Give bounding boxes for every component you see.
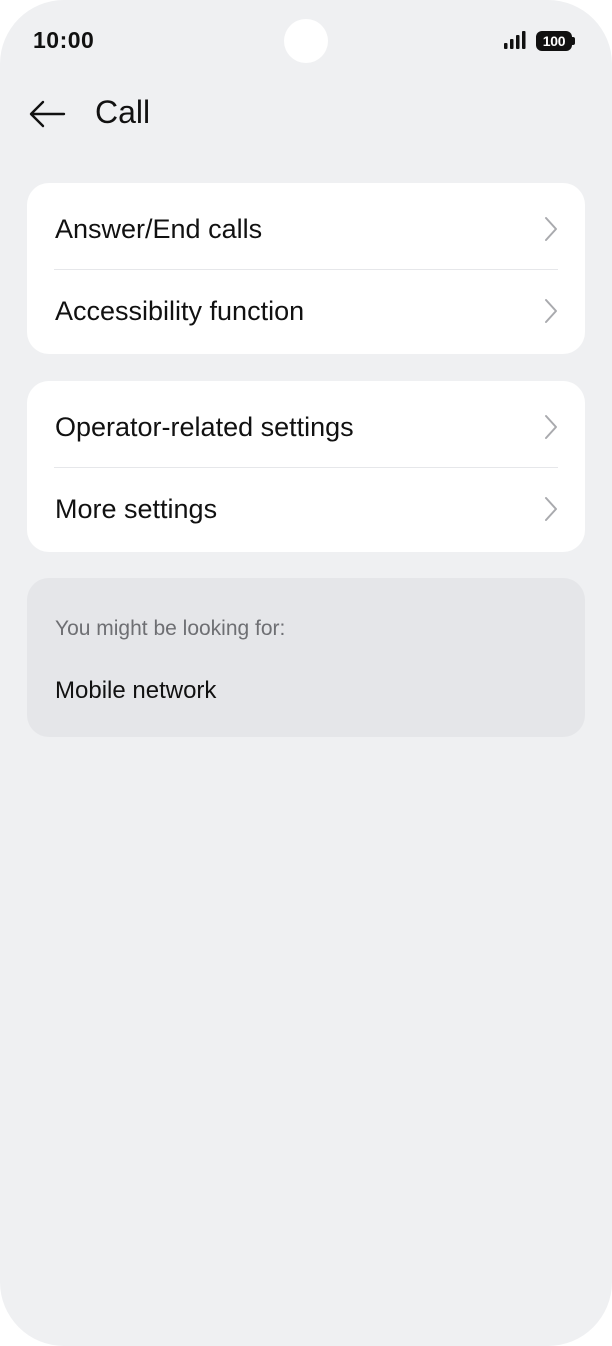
battery-icon: 100	[536, 31, 576, 51]
page-title: Call	[95, 94, 151, 130]
camera-cutout	[284, 19, 328, 63]
status-time: 10:00	[33, 27, 95, 53]
settings-group-operator: Operator-related settings More settings	[27, 381, 585, 552]
chevron-right-icon	[545, 415, 557, 439]
answer-end-calls-label: Answer/End calls	[55, 213, 263, 244]
app-header: Call	[0, 84, 612, 144]
battery-tip	[572, 37, 575, 45]
chevron-right-icon	[545, 299, 557, 323]
chevron-right-icon	[545, 497, 557, 521]
more-settings-item[interactable]: More settings	[27, 468, 585, 550]
status-bar: 10:00 100	[0, 0, 612, 84]
accessibility-function-item[interactable]: Accessibility function	[27, 270, 585, 352]
chevron-right-icon	[545, 217, 557, 241]
answer-end-calls-item[interactable]: Answer/End calls	[27, 188, 585, 270]
suggestions-heading: You might be looking for:	[55, 617, 286, 640]
operator-related-settings-item[interactable]: Operator-related settings	[27, 386, 585, 468]
settings-group-calls: Answer/End calls Accessibility function	[27, 183, 585, 354]
accessibility-function-label: Accessibility function	[55, 295, 305, 326]
suggestion-mobile-network[interactable]: Mobile network	[55, 677, 216, 705]
phone-screen: 10:00 100 Call Answer/End calls Accessib…	[0, 0, 612, 1346]
more-settings-label: More settings	[55, 493, 218, 524]
battery-level: 100	[536, 31, 572, 51]
suggestions-card: You might be looking for: Mobile network	[27, 578, 585, 737]
operator-related-settings-label: Operator-related settings	[55, 411, 354, 442]
arrow-left-icon	[29, 100, 66, 128]
back-button[interactable]	[24, 92, 70, 136]
signal-icon	[504, 31, 526, 49]
